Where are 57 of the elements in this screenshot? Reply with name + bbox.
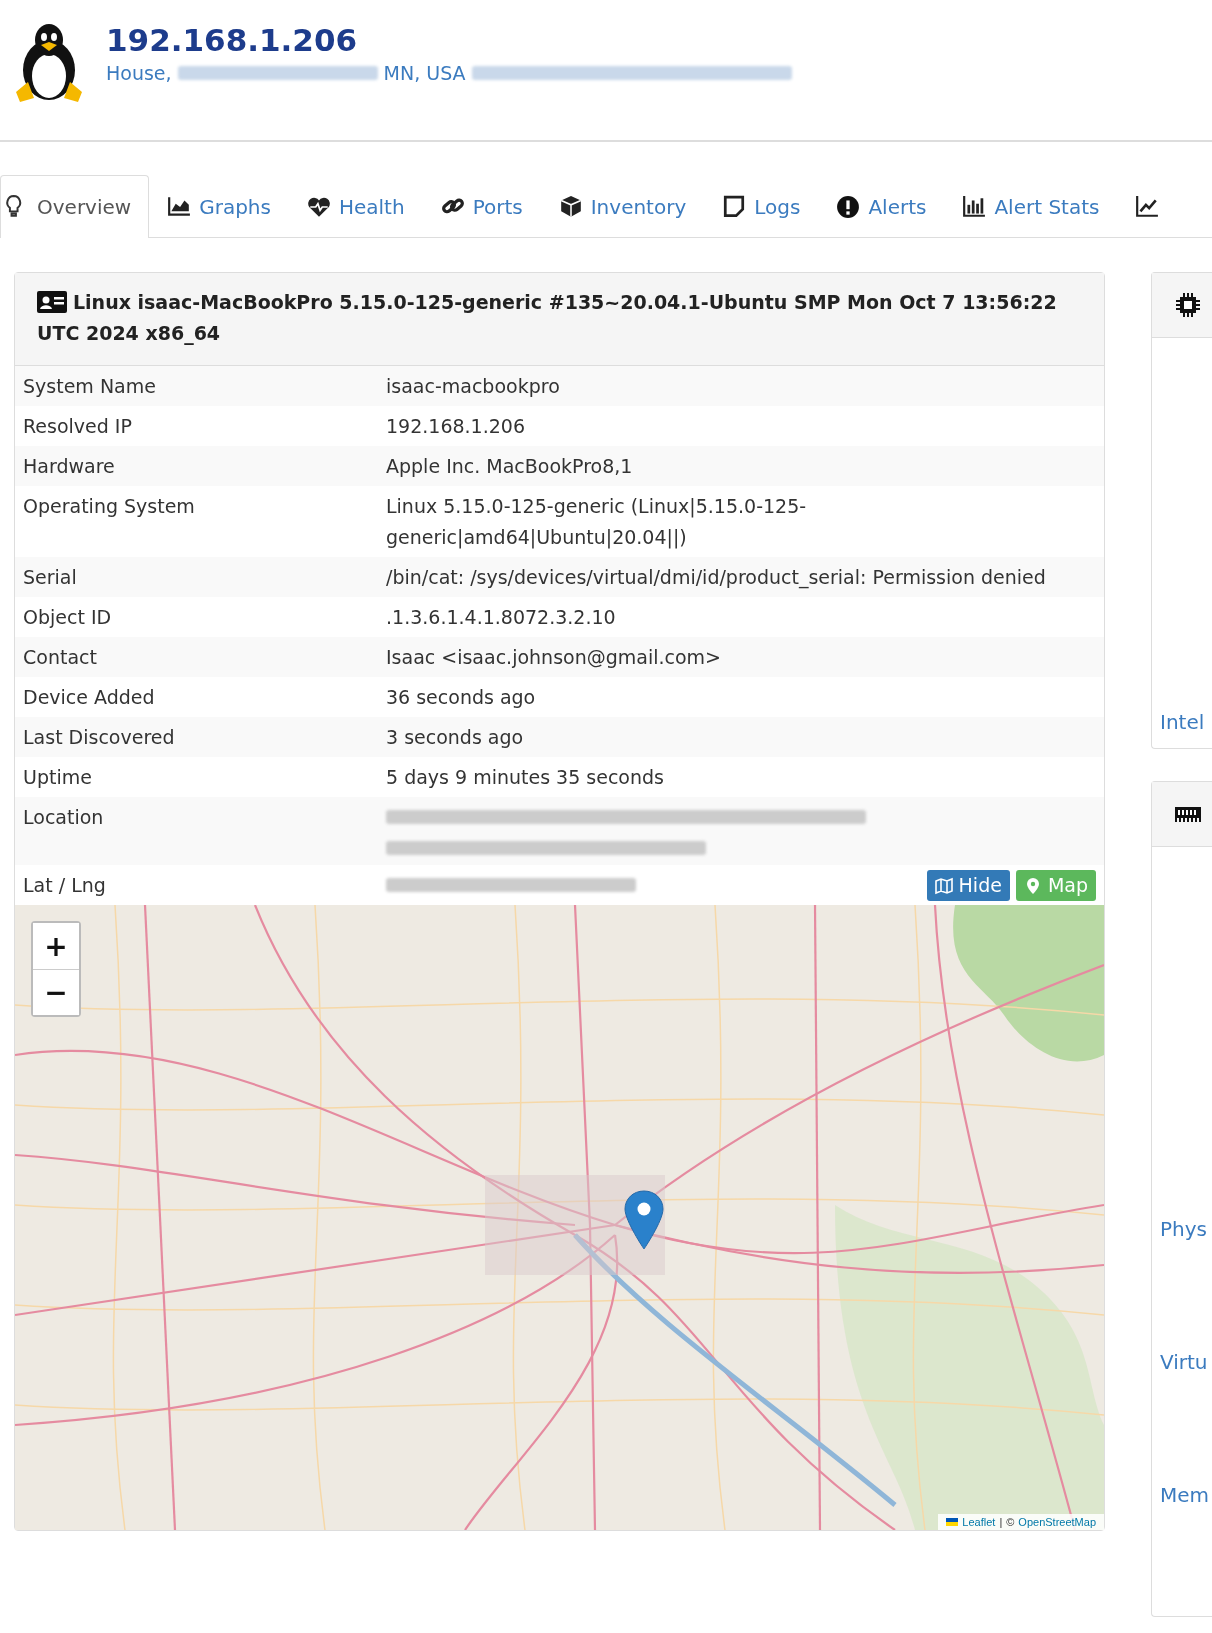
tab[interactable]: Logs bbox=[704, 175, 819, 237]
tab[interactable]: Overview bbox=[0, 175, 150, 238]
note-icon bbox=[722, 194, 747, 219]
map-button[interactable]: Map bbox=[1015, 870, 1096, 901]
penguin-logo-icon bbox=[14, 22, 84, 104]
value-text: Isaac <isaac.johnson@gmail.com> bbox=[386, 645, 722, 670]
device-title: 192.168.1.206 bbox=[106, 22, 359, 58]
attribution-text: | bbox=[999, 1516, 1003, 1528]
panel-link[interactable]: Intel bbox=[1160, 710, 1205, 734]
value-text: isaac-macbookpro bbox=[386, 374, 561, 399]
attribution-link[interactable]: Leaflet bbox=[962, 1516, 996, 1528]
map-marker-icon[interactable] bbox=[624, 1190, 664, 1250]
field-label: Operating System bbox=[23, 494, 196, 519]
value-text: 192.168.1.206 bbox=[386, 414, 526, 439]
bar-chart-icon bbox=[962, 194, 987, 219]
value-text: Apple Inc. MacBookPro8,1 bbox=[386, 454, 634, 479]
panel-link[interactable]: Phys bbox=[1160, 1217, 1207, 1241]
field-label: Serial bbox=[23, 565, 78, 590]
area-chart-icon bbox=[167, 194, 192, 219]
field-label: Uptime bbox=[23, 765, 93, 790]
line-chart-icon bbox=[1135, 194, 1160, 219]
hide-map-button[interactable]: Hide bbox=[926, 870, 1010, 901]
map-icon bbox=[934, 876, 953, 895]
value-text: Linux 5.15.0-125-generic (Linux|5.15.0-125-generic|amd64|Ubuntu|20.04||) bbox=[386, 494, 808, 551]
value-text: .1.3.6.1.4.1.8072.3.2.10 bbox=[386, 605, 617, 630]
value-text: 3 seconds ago bbox=[386, 725, 525, 750]
system-heading: Linux isaac-MacBookPro 5.15.0-125-generic #135~20.04.1-Ubuntu SMP Mon Oct 7 13:56:22 UTC 2024 x86_64 bbox=[15, 273, 1104, 366]
panel-link[interactable]: Mem bbox=[1160, 1483, 1210, 1507]
cube-icon bbox=[558, 194, 583, 219]
field-label: Object ID bbox=[23, 605, 113, 630]
address-text: MN, USA bbox=[383, 62, 466, 84]
flag-icon bbox=[946, 1518, 959, 1526]
field-label: Device Added bbox=[23, 685, 156, 710]
zoom-out-button[interactable]: − bbox=[33, 969, 79, 1015]
exclamation-icon bbox=[836, 194, 861, 219]
tab[interactable]: Ports bbox=[422, 175, 541, 237]
value-text: 5 days 9 minutes 35 seconds bbox=[386, 765, 665, 790]
panel-link[interactable]: Virtu bbox=[1160, 1350, 1208, 1374]
field-label: Resolved IP bbox=[23, 414, 133, 439]
field-label: Contact bbox=[23, 645, 98, 670]
tab[interactable]: Graphs bbox=[149, 175, 289, 237]
field-label: Location bbox=[23, 805, 105, 830]
value-text: 36 seconds ago bbox=[386, 685, 537, 710]
attribution-text: © bbox=[1006, 1516, 1015, 1528]
value-text: /bin/cat: /sys/devices/virtual/dmi/id/product_serial: Permission denied bbox=[386, 565, 1047, 591]
attribution-link[interactable]: OpenStreetMap bbox=[1018, 1516, 1096, 1528]
id-card-icon bbox=[37, 291, 67, 313]
field-label: Hardware bbox=[23, 454, 116, 479]
field-label: System Name bbox=[23, 374, 157, 399]
tab[interactable]: Inventory bbox=[540, 175, 705, 237]
tab[interactable]: Alerts bbox=[818, 175, 945, 237]
tab[interactable]: Health bbox=[288, 175, 423, 237]
field-label: Lat / Lng bbox=[23, 873, 107, 898]
tab[interactable]: Alert Stats bbox=[944, 175, 1118, 237]
chip-icon bbox=[1174, 291, 1202, 319]
address-text: House, bbox=[106, 62, 172, 84]
field-label: Last Discovered bbox=[23, 725, 176, 750]
